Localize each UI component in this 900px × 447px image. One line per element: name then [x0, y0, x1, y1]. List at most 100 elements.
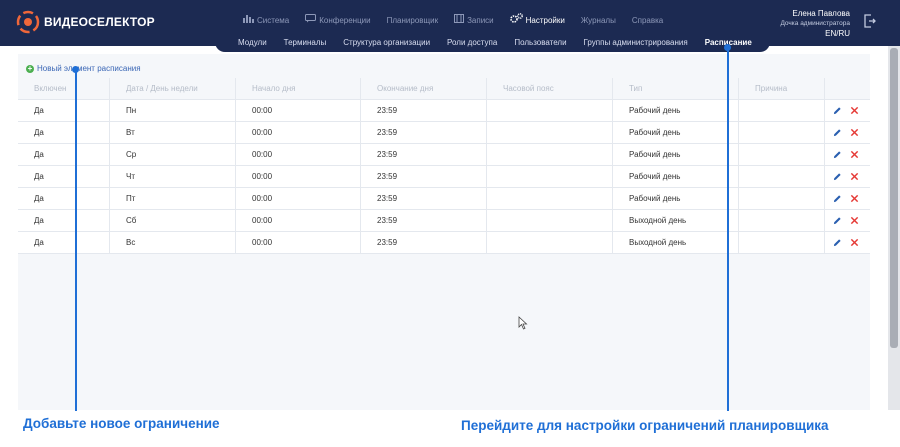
delete-x-icon[interactable]: [850, 172, 859, 181]
table-row[interactable]: Да Чт 00:00 23:59 Рабочий день: [18, 165, 870, 188]
plus-icon: +: [26, 63, 34, 73]
callout-line-left: [75, 68, 77, 411]
chat-icon: [305, 14, 317, 26]
nav-item-help[interactable]: Справка: [632, 13, 663, 27]
column-header-timezone[interactable]: Часовой пояс: [487, 77, 613, 100]
edit-pencil-icon[interactable]: [833, 150, 842, 159]
nav-item-records[interactable]: Записи: [454, 13, 494, 27]
nav-item-scheduler[interactable]: Планировщик: [387, 13, 438, 27]
schedule-panel: + Новый элемент расписания Включен Дата …: [18, 54, 870, 410]
column-header-enabled[interactable]: Включен: [18, 77, 110, 100]
cell-type: Рабочий день: [613, 187, 739, 210]
table-row[interactable]: Да Сб 00:00 23:59 Выходной день: [18, 209, 870, 232]
delete-x-icon[interactable]: [850, 150, 859, 159]
cell-actions: [825, 166, 870, 188]
scrollbar-thumb[interactable]: [890, 48, 898, 348]
cell-type: Рабочий день: [613, 121, 739, 144]
edit-pencil-icon[interactable]: [833, 106, 842, 115]
cell-timezone: [487, 143, 613, 166]
tab-modules[interactable]: Модули: [238, 38, 267, 47]
table-row[interactable]: Да Ср 00:00 23:59 Рабочий день: [18, 143, 870, 166]
nav-item-settings[interactable]: Настройки: [509, 13, 565, 27]
nav-item-conferences[interactable]: Конференции: [305, 13, 371, 27]
edit-pencil-icon[interactable]: [833, 194, 842, 203]
cell-day: Вс: [110, 231, 236, 254]
language-switch[interactable]: EN/RU: [780, 29, 850, 38]
user-info: Елена Павлова Дочка администратора EN/RU: [780, 9, 850, 38]
edit-pencil-icon[interactable]: [833, 216, 842, 225]
settings-sub-nav: Модули Терминалы Структура организации Р…: [215, 32, 770, 52]
callout-line-right: [727, 46, 729, 411]
cell-type: Рабочий день: [613, 143, 739, 166]
brand-name: ВИДЕОСЕЛЕКТОР: [44, 15, 155, 29]
column-header-type[interactable]: Тип: [613, 77, 739, 100]
user-role: Дочка администратора: [780, 20, 850, 27]
delete-x-icon[interactable]: [850, 216, 859, 225]
cell-timezone: [487, 209, 613, 232]
cell-timezone: [487, 231, 613, 254]
nav-item-label: Настройки: [525, 15, 565, 25]
table-body: Да Пн 00:00 23:59 Рабочий день Да Вт 00:00 23:59…: [18, 99, 870, 254]
cell-actions: [825, 188, 870, 210]
tab-org-structure[interactable]: Структура организации: [343, 38, 430, 47]
logout-icon[interactable]: [864, 14, 876, 28]
cell-start: 00:00: [236, 209, 361, 232]
new-schedule-item-button[interactable]: + Новый элемент расписания: [26, 64, 141, 73]
user-name[interactable]: Елена Павлова: [780, 9, 850, 18]
table-row[interactable]: Да Пт 00:00 23:59 Рабочий день: [18, 187, 870, 210]
column-header-start[interactable]: Начало дня: [236, 77, 361, 100]
mouse-cursor-icon: [518, 316, 528, 330]
cell-enabled: Да: [18, 121, 110, 144]
cell-reason: [739, 231, 825, 254]
cell-actions: [825, 100, 870, 122]
caption-go-to-scheduler: Перейдите для настройки ограничений план…: [461, 418, 829, 433]
edit-pencil-icon[interactable]: [833, 128, 842, 137]
nav-item-system[interactable]: Система: [243, 13, 289, 27]
cell-reason: [739, 165, 825, 188]
table-row[interactable]: Да Пн 00:00 23:59 Рабочий день: [18, 99, 870, 122]
cell-timezone: [487, 165, 613, 188]
nav-item-journals[interactable]: Журналы: [581, 13, 616, 27]
table-row[interactable]: Да Вс 00:00 23:59 Выходной день: [18, 231, 870, 254]
cell-start: 00:00: [236, 99, 361, 122]
cell-type: Выходной день: [613, 209, 739, 232]
logo[interactable]: ВИДЕОСЕЛЕКТОР: [16, 10, 155, 34]
edit-pencil-icon[interactable]: [833, 172, 842, 181]
cell-day: Пт: [110, 187, 236, 210]
delete-x-icon[interactable]: [850, 106, 859, 115]
tab-access-roles[interactable]: Роли доступа: [447, 38, 497, 47]
cell-reason: [739, 143, 825, 166]
bar-chart-icon: [243, 14, 254, 26]
nav-item-label: Система: [257, 15, 290, 25]
cell-day: Вт: [110, 121, 236, 144]
cell-enabled: Да: [18, 165, 110, 188]
page-scrollbar[interactable]: [888, 46, 900, 410]
cell-timezone: [487, 121, 613, 144]
tab-users[interactable]: Пользователи: [514, 38, 566, 47]
cell-enabled: Да: [18, 187, 110, 210]
cell-end: 23:59: [361, 99, 487, 122]
column-header-date[interactable]: Дата / День недели: [110, 77, 236, 100]
column-header-end[interactable]: Окончание дня: [361, 77, 487, 100]
delete-x-icon[interactable]: [850, 128, 859, 137]
cell-end: 23:59: [361, 121, 487, 144]
edit-pencil-icon[interactable]: [833, 238, 842, 247]
schedule-table: Включен Дата / День недели Начало дня Ок…: [18, 77, 870, 254]
cell-timezone: [487, 187, 613, 210]
cell-enabled: Да: [18, 231, 110, 254]
cell-start: 00:00: [236, 187, 361, 210]
top-nav: Система Конференции Планировщик Записи Н…: [243, 13, 679, 27]
tab-terminals[interactable]: Терминалы: [284, 38, 327, 47]
column-header-reason[interactable]: Причина: [739, 77, 825, 100]
cell-type: Рабочий день: [613, 99, 739, 122]
delete-x-icon[interactable]: [850, 194, 859, 203]
cell-type: Выходной день: [613, 231, 739, 254]
cell-enabled: Да: [18, 99, 110, 122]
tab-admin-groups[interactable]: Группы администрирования: [584, 38, 688, 47]
cell-enabled: Да: [18, 209, 110, 232]
nav-item-label: Конференции: [319, 15, 371, 25]
cell-day: Чт: [110, 165, 236, 188]
table-row[interactable]: Да Вт 00:00 23:59 Рабочий день: [18, 121, 870, 144]
delete-x-icon[interactable]: [850, 238, 859, 247]
cell-enabled: Да: [18, 143, 110, 166]
